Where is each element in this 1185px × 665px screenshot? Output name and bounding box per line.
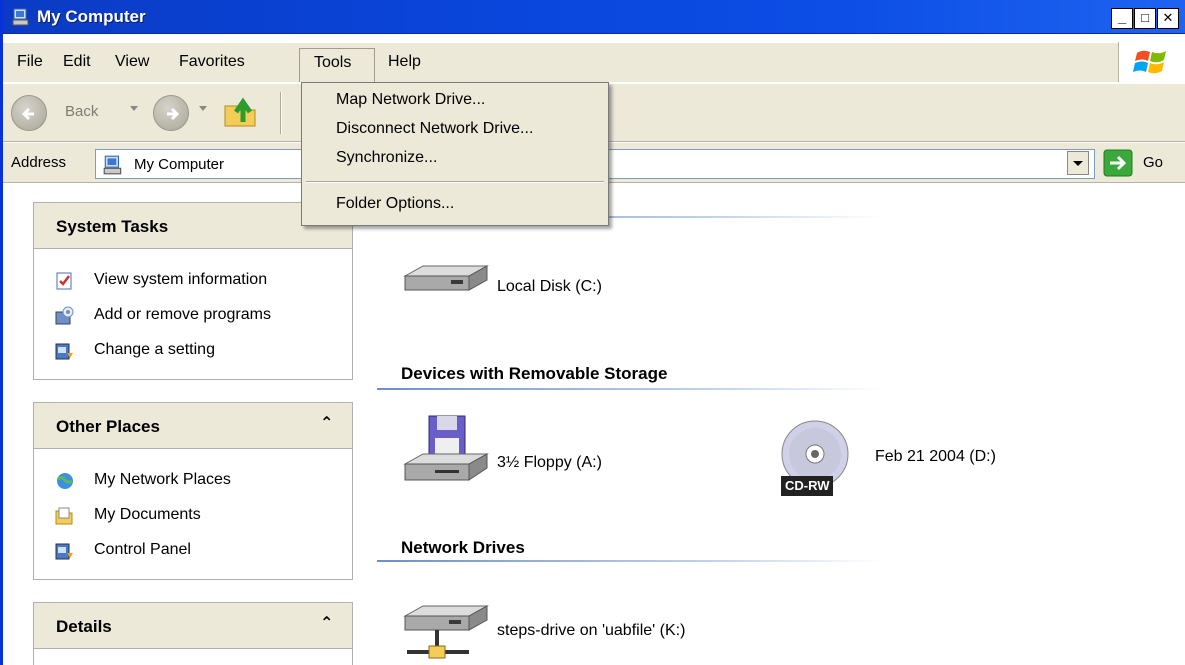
menu-item-disconnect-network-drive[interactable]: Disconnect Network Drive... bbox=[336, 120, 533, 138]
place-label: Control Panel bbox=[94, 541, 191, 558]
back-button[interactable] bbox=[11, 95, 47, 131]
content-pane: Local Disk (C:) Devices with Removable S… bbox=[363, 184, 1185, 665]
place-my-documents[interactable]: My Documents bbox=[34, 498, 352, 533]
details-header[interactable]: Details ⌃ bbox=[34, 603, 352, 649]
control-panel-icon bbox=[54, 541, 74, 561]
menu-tools-label: Tools bbox=[314, 54, 352, 71]
address-label: Address bbox=[11, 154, 67, 171]
toolbar-separator bbox=[280, 92, 282, 134]
network-places-icon bbox=[54, 471, 74, 491]
forward-dropdown-icon[interactable] bbox=[199, 106, 207, 111]
group-title-network: Network Drives bbox=[401, 538, 525, 557]
my-computer-window: My Computer _ □ ✕ File Edit View Favorit… bbox=[0, 0, 1185, 665]
up-folder-icon bbox=[224, 97, 256, 127]
task-label: View system information bbox=[94, 271, 268, 288]
place-label: My Documents bbox=[94, 506, 201, 523]
drive-label: steps-drive on 'uabfile' (K:) bbox=[497, 622, 686, 639]
menu-item-map-network-drive[interactable]: Map Network Drive... bbox=[336, 91, 485, 109]
back-arrow-icon bbox=[21, 107, 34, 121]
up-folder-button[interactable] bbox=[221, 92, 265, 134]
address-dropdown-button[interactable] bbox=[1067, 151, 1089, 175]
drive-floppy-a[interactable]: 3½ Floppy (A:) bbox=[401, 412, 602, 497]
task-change-a-setting[interactable]: Change a setting bbox=[34, 333, 352, 368]
task-view-system-information[interactable]: View system information bbox=[34, 263, 352, 298]
my-computer-icon bbox=[102, 154, 124, 181]
close-button[interactable]: ✕ bbox=[1157, 8, 1179, 29]
task-label: Add or remove programs bbox=[94, 306, 271, 323]
group-divider bbox=[377, 560, 883, 562]
menu-tools[interactable]: Tools bbox=[299, 48, 375, 82]
menu-separator bbox=[306, 181, 604, 183]
menu-edit[interactable]: Edit bbox=[63, 53, 91, 71]
place-my-network-places[interactable]: My Network Places bbox=[34, 463, 352, 498]
minimize-button[interactable]: _ bbox=[1111, 8, 1133, 29]
details-panel: Details ⌃ bbox=[33, 602, 353, 665]
drive-cd-d[interactable]: CD-RW Feb 21 2004 (D:) bbox=[781, 412, 996, 507]
go-label[interactable]: Go bbox=[1143, 154, 1163, 171]
task-pane: System Tasks ⌃ View system information A… bbox=[3, 184, 363, 665]
forward-arrow-icon bbox=[167, 107, 180, 121]
other-places-title: Other Places bbox=[56, 417, 160, 436]
address-value: My Computer bbox=[134, 156, 225, 173]
collapse-icon[interactable]: ⌃ bbox=[320, 413, 333, 433]
place-label: My Network Places bbox=[94, 471, 231, 488]
cd-rw-badge: CD-RW bbox=[785, 478, 830, 493]
system-tasks-panel: System Tasks ⌃ View system information A… bbox=[33, 202, 353, 380]
hard-disk-icon bbox=[403, 265, 489, 291]
maximize-button[interactable]: □ bbox=[1134, 8, 1156, 29]
back-label: Back bbox=[65, 103, 99, 120]
chevron-down-icon bbox=[1073, 161, 1083, 166]
menu-help[interactable]: Help bbox=[388, 53, 421, 71]
group-divider bbox=[377, 388, 883, 390]
drive-local-c[interactable]: Local Disk (C:) bbox=[401, 260, 602, 307]
my-computer-icon bbox=[11, 7, 31, 27]
network-drive-icon bbox=[403, 605, 489, 659]
control-panel-icon bbox=[54, 341, 74, 361]
menu-view[interactable]: View bbox=[115, 53, 149, 71]
drive-label: Feb 21 2004 (D:) bbox=[875, 448, 996, 465]
go-button[interactable] bbox=[1103, 149, 1135, 177]
place-control-panel[interactable]: Control Panel bbox=[34, 533, 352, 568]
drive-label: Local Disk (C:) bbox=[497, 278, 602, 295]
system-tasks-title: System Tasks bbox=[56, 217, 169, 236]
drive-label: 3½ Floppy (A:) bbox=[497, 454, 602, 471]
task-add-remove-programs[interactable]: Add or remove programs bbox=[34, 298, 352, 333]
title-bar[interactable]: My Computer _ □ ✕ bbox=[3, 0, 1185, 34]
floppy-drive-icon bbox=[403, 415, 489, 481]
group-title-removable: Devices with Removable Storage bbox=[401, 364, 668, 383]
other-places-header[interactable]: Other Places ⌃ bbox=[34, 403, 352, 449]
menu-bar: File Edit View Favorites Tools Help bbox=[3, 42, 1185, 83]
menu-file[interactable]: File bbox=[17, 53, 43, 71]
collapse-icon[interactable]: ⌃ bbox=[320, 613, 333, 633]
other-places-panel: Other Places ⌃ My Network Places My Docu… bbox=[33, 402, 353, 580]
forward-button[interactable] bbox=[153, 95, 189, 131]
system-info-icon bbox=[54, 271, 74, 291]
details-title: Details bbox=[56, 617, 112, 636]
menu-item-folder-options[interactable]: Folder Options... bbox=[336, 195, 454, 213]
window-title: My Computer bbox=[37, 7, 146, 26]
drive-network-k[interactable]: steps-drive on 'uabfile' (K:) bbox=[401, 602, 685, 665]
my-documents-icon bbox=[54, 506, 74, 526]
windows-logo bbox=[1118, 42, 1185, 82]
task-label: Change a setting bbox=[94, 341, 215, 358]
menu-favorites[interactable]: Favorites bbox=[179, 53, 245, 71]
tools-menu-dropdown: Map Network Drive... Disconnect Network … bbox=[301, 82, 609, 226]
back-dropdown-icon[interactable] bbox=[130, 106, 138, 111]
menu-item-synchronize[interactable]: Synchronize... bbox=[336, 149, 437, 167]
add-remove-programs-icon bbox=[54, 306, 74, 326]
go-arrow-icon bbox=[1103, 149, 1133, 177]
